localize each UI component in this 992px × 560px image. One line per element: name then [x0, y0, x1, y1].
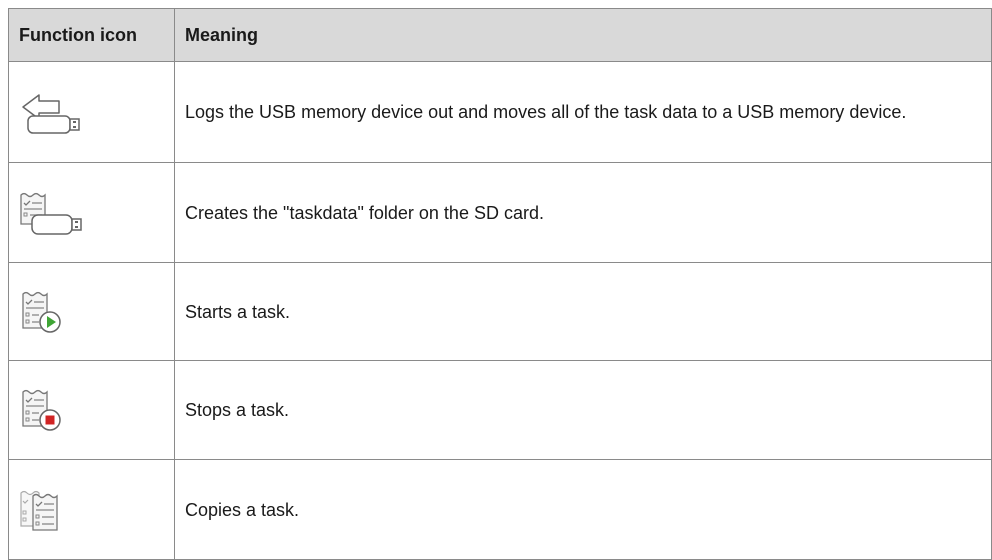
- copy-task-icon: [19, 488, 174, 532]
- icon-cell: [8, 262, 175, 361]
- stop-task-icon: [19, 388, 174, 432]
- start-task-icon: [19, 290, 174, 334]
- meaning-cell: Copies a task.: [174, 459, 992, 560]
- table-row: Stops a task.: [8, 360, 992, 460]
- meaning-cell: Stops a task.: [174, 360, 992, 460]
- header-function-icon: Function icon: [8, 8, 175, 62]
- icon-cell: [8, 459, 175, 560]
- taskdata-folder-sd-icon: [19, 190, 174, 236]
- meaning-cell: Creates the "taskdata" folder on the SD …: [174, 162, 992, 263]
- table-row: Creates the "taskdata" folder on the SD …: [8, 162, 992, 263]
- usb-logout-icon: [19, 90, 174, 134]
- table-row: Copies a task.: [8, 459, 992, 560]
- meaning-cell: Logs the USB memory device out and moves…: [174, 61, 992, 163]
- meaning-cell: Starts a task.: [174, 262, 992, 361]
- icon-cell: [8, 61, 175, 163]
- function-icon-table: Function icon Meaning Logs the USB memor…: [8, 8, 992, 560]
- header-meaning: Meaning: [174, 8, 992, 62]
- table-header-row: Function icon Meaning: [8, 8, 992, 62]
- table-row: Starts a task.: [8, 262, 992, 361]
- icon-cell: [8, 162, 175, 263]
- icon-cell: [8, 360, 175, 460]
- table-row: Logs the USB memory device out and moves…: [8, 61, 992, 163]
